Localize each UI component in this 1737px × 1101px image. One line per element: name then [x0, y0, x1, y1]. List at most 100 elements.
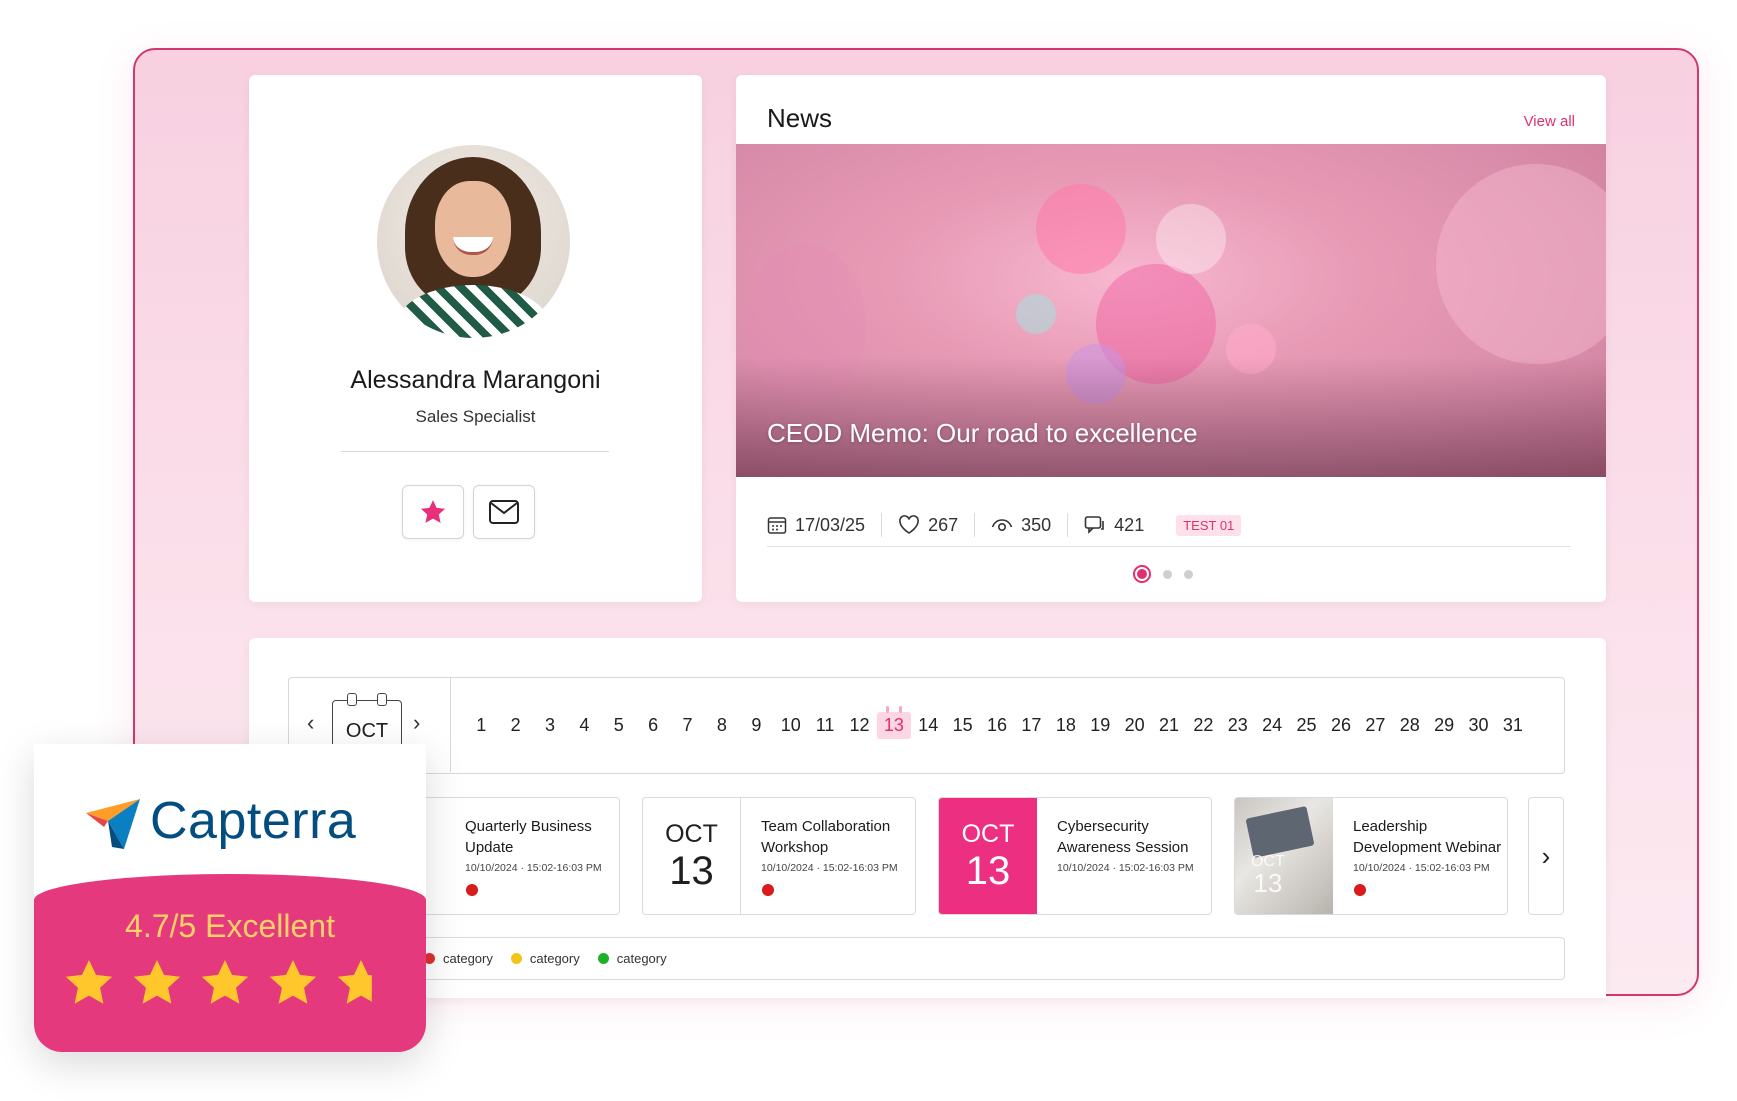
day-item[interactable]: 12: [842, 715, 876, 736]
event-title: Leadership Development Webinar: [1353, 818, 1502, 856]
avatar: [377, 145, 570, 338]
event-time: 10/10/2024 · 15:02-16:03 PM: [465, 862, 602, 874]
news-headline[interactable]: CEOD Memo: Our road to excellence: [767, 418, 1198, 449]
day-strip: ‹ OCT › 1 2 3 4 5 6 7 8 9 10 11 12 13 14 15 16 17 18 19 20 2…: [288, 677, 1565, 774]
month-label: OCT: [345, 720, 389, 742]
chevron-right-icon[interactable]: ›: [413, 710, 420, 736]
next-events-button[interactable]: ›: [1528, 797, 1564, 915]
day-item[interactable]: 23: [1221, 715, 1255, 736]
event-time: 10/10/2024 · 15:02-16:03 PM: [1057, 862, 1194, 874]
capterra-arrow-icon: [86, 799, 140, 849]
day-item[interactable]: 31: [1496, 715, 1530, 736]
chevron-right-icon: ›: [1541, 840, 1551, 871]
day-item[interactable]: 24: [1255, 715, 1289, 736]
day-item[interactable]: 14: [911, 715, 945, 736]
event-time: 10/10/2024 · 15:02-16:03 PM: [761, 862, 898, 874]
legend-item: category: [424, 951, 493, 966]
day-item[interactable]: 5: [602, 715, 636, 736]
event-title: Quarterly Business Update: [465, 818, 592, 856]
news-date: 17/03/25: [767, 513, 883, 537]
category-legend: category category category: [288, 937, 1565, 980]
eye-icon: [991, 519, 1013, 532]
day-item[interactable]: 10: [774, 715, 808, 736]
category-dot: [466, 884, 478, 896]
category-dot: [1354, 884, 1366, 896]
rating-score: 4.7/5 Excellent: [125, 908, 335, 944]
news-title: News: [767, 103, 833, 133]
chevron-left-icon[interactable]: ‹: [307, 710, 314, 736]
star-icon: [65, 960, 113, 1004]
star-icon: [269, 960, 317, 1004]
news-tag: TEST 01: [1176, 514, 1242, 536]
divider: [767, 546, 1571, 547]
capterra-wordmark: Capterra: [150, 792, 357, 850]
day-item[interactable]: 22: [1186, 715, 1220, 736]
day-item[interactable]: 4: [567, 715, 601, 736]
day-item[interactable]: 27: [1358, 715, 1392, 736]
event-image: OCT 13: [1235, 798, 1333, 914]
news-image[interactable]: CEOD Memo: Our road to excellence: [736, 144, 1606, 477]
event-date: OCT 13: [939, 798, 1037, 914]
event-card[interactable]: OCT 13 Team Collaboration Workshop 10/10…: [642, 797, 916, 915]
news-views: 350: [975, 513, 1069, 537]
day-item[interactable]: 17: [1014, 715, 1048, 736]
day-item[interactable]: 29: [1427, 715, 1461, 736]
day-item[interactable]: 25: [1289, 715, 1323, 736]
carousel-dot[interactable]: [1184, 569, 1193, 579]
day-item[interactable]: 16: [980, 715, 1014, 736]
event-title: Team Collaboration Workshop: [761, 818, 891, 856]
day-item[interactable]: 6: [636, 715, 670, 736]
favorite-button[interactable]: [402, 485, 464, 539]
profile-card: Alessandra Marangoni Sales Specialist: [249, 75, 702, 602]
star-icon: [133, 960, 181, 1004]
comment-icon: [1084, 516, 1104, 534]
day-item[interactable]: 2: [498, 715, 532, 736]
legend-item: category: [597, 951, 667, 966]
email-button[interactable]: [473, 485, 535, 539]
rating-stars: [62, 956, 388, 1010]
day-item[interactable]: 30: [1461, 715, 1495, 736]
day-item[interactable]: 11: [808, 715, 842, 736]
event-time: 10/10/2024 · 15:02-16:03 PM: [1353, 862, 1490, 874]
news-card: News View all CEOD Memo: Our road to exc…: [736, 75, 1606, 602]
news-meta: 17/03/25 267 350 421 TEST 01: [767, 510, 1242, 540]
profile-role: Sales Specialist: [415, 407, 536, 426]
legend-dot: [510, 953, 522, 964]
star-icon: [420, 500, 446, 523]
divider: [341, 451, 609, 452]
profile-name: Alessandra Marangoni: [350, 366, 601, 394]
event-title: Cybersecurity Awareness Session: [1057, 818, 1189, 856]
event-date: OCT 13: [643, 798, 741, 914]
day-item[interactable]: 19: [1083, 715, 1117, 736]
category-dot: [762, 884, 774, 896]
day-item[interactable]: 9: [739, 715, 773, 736]
event-card[interactable]: OCT 13 Cybersecurity Awareness Session 1…: [938, 797, 1212, 915]
calendar-icon: [767, 517, 787, 534]
legend-item: category: [510, 951, 580, 966]
event-card[interactable]: OCT 13 Leadership Development Webinar 10/…: [1234, 797, 1508, 915]
day-item[interactable]: 3: [533, 715, 567, 736]
day-item[interactable]: 15: [945, 715, 979, 736]
news-likes[interactable]: 267: [882, 513, 976, 537]
news-comments[interactable]: 421: [1068, 513, 1160, 537]
capterra-logo: Capterra: [84, 786, 404, 856]
carousel-dots: [736, 565, 1606, 583]
day-item[interactable]: 8: [705, 715, 739, 736]
mail-icon: [489, 500, 519, 524]
day-item[interactable]: 28: [1393, 715, 1427, 736]
carousel-dot[interactable]: [1163, 569, 1172, 579]
capterra-badge: Capterra 4.7/5 Excellent: [34, 744, 426, 1052]
star-icon: [337, 960, 372, 1004]
heart-icon: [899, 515, 919, 534]
day-item[interactable]: 26: [1324, 715, 1358, 736]
day-item[interactable]: 18: [1049, 715, 1083, 736]
day-today[interactable]: 13: [876, 705, 912, 739]
day-item[interactable]: 20: [1117, 715, 1151, 736]
day-list: 1 2 3 4 5 6 7 8 9 10 11 12 13 14 15 16 17 18 19 20 21 22 23 24 2…: [464, 678, 1530, 772]
day-item[interactable]: 7: [670, 715, 704, 736]
legend-dot: [597, 953, 609, 964]
view-all-link[interactable]: View all: [1524, 113, 1575, 130]
day-item[interactable]: 21: [1152, 715, 1186, 736]
day-item[interactable]: 1: [464, 715, 498, 736]
carousel-dot[interactable]: [1133, 565, 1151, 583]
